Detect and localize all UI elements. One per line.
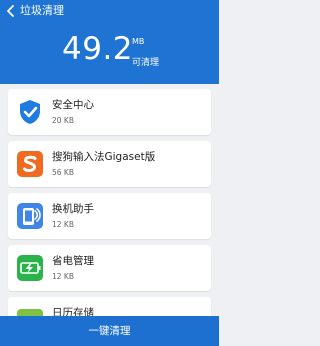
phone-transfer-icon [16, 202, 44, 230]
list-item[interactable]: 安全中心 20 KB [8, 89, 211, 135]
shield-check-icon [16, 98, 44, 126]
list-item[interactable]: 日历存储 [8, 297, 211, 316]
page-title: 垃圾清理 [20, 4, 64, 17]
app-name: 日历存储 [52, 307, 94, 316]
cleanable-caption: 可清理 [132, 58, 160, 68]
app-name: 换机助手 [52, 203, 94, 215]
app-junk-size: 12 KB [52, 220, 74, 229]
junk-app-list: 安全中心 20 KB 搜狗输入法Gigaset版 56 KB 换机助手 12 K… [0, 84, 219, 316]
calendar-storage-icon [16, 306, 44, 316]
list-item[interactable]: 搜狗输入法Gigaset版 56 KB [8, 141, 211, 187]
app-junk-size: 20 KB [52, 116, 74, 125]
header: 垃圾清理 49.2 MB 可清理 [0, 0, 219, 84]
top-bar: 垃圾清理 [0, 0, 219, 22]
battery-charge-icon [16, 254, 44, 282]
cleanable-size-value: 49.2 [62, 31, 134, 67]
app-junk-size: 56 KB [52, 168, 74, 177]
list-item[interactable]: 换机助手 12 KB [8, 193, 211, 239]
list-item[interactable]: 省电管理 12 KB [8, 245, 211, 291]
app-name: 安全中心 [52, 99, 94, 111]
back-arrow-icon[interactable] [3, 3, 19, 19]
one-click-clean-button[interactable]: 一键清理 [0, 316, 219, 346]
app-junk-size: 12 KB [52, 272, 74, 281]
app-name: 省电管理 [52, 255, 94, 267]
sogou-input-icon [16, 150, 44, 178]
app-name: 搜狗输入法Gigaset版 [52, 151, 156, 163]
cleanable-size-unit: MB [132, 37, 145, 46]
